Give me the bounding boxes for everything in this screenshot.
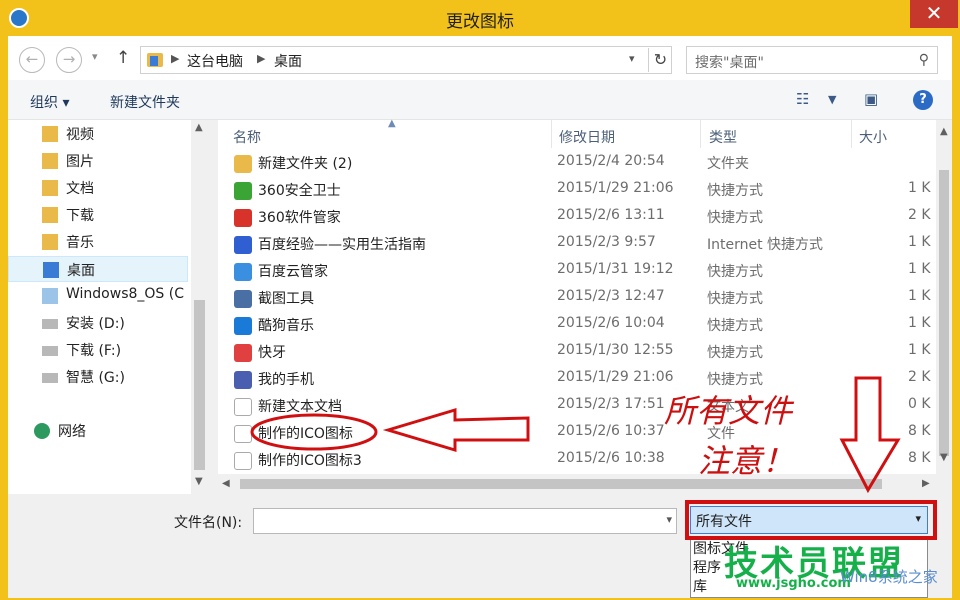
annotation-attention: 注意！ — [698, 442, 795, 480]
down-arrow-annotation — [839, 376, 901, 494]
highlight-rectangle — [685, 500, 937, 540]
dialog-window: 更改图标 ✕ ← → ▾ ↑ ▶ 这台电脑 ▶ 桌面 ▾ ↻ 搜索"桌面" ⚲ — [0, 0, 960, 600]
watermark-suffix: Win8系统之家 — [840, 568, 938, 586]
highlight-ellipse — [250, 413, 378, 451]
left-arrow-annotation — [382, 407, 530, 453]
watermark-url: www.jsgho.com — [736, 576, 851, 591]
annotation-all-files: 所有文件 — [664, 392, 793, 430]
annotation-overlay — [250, 376, 937, 540]
